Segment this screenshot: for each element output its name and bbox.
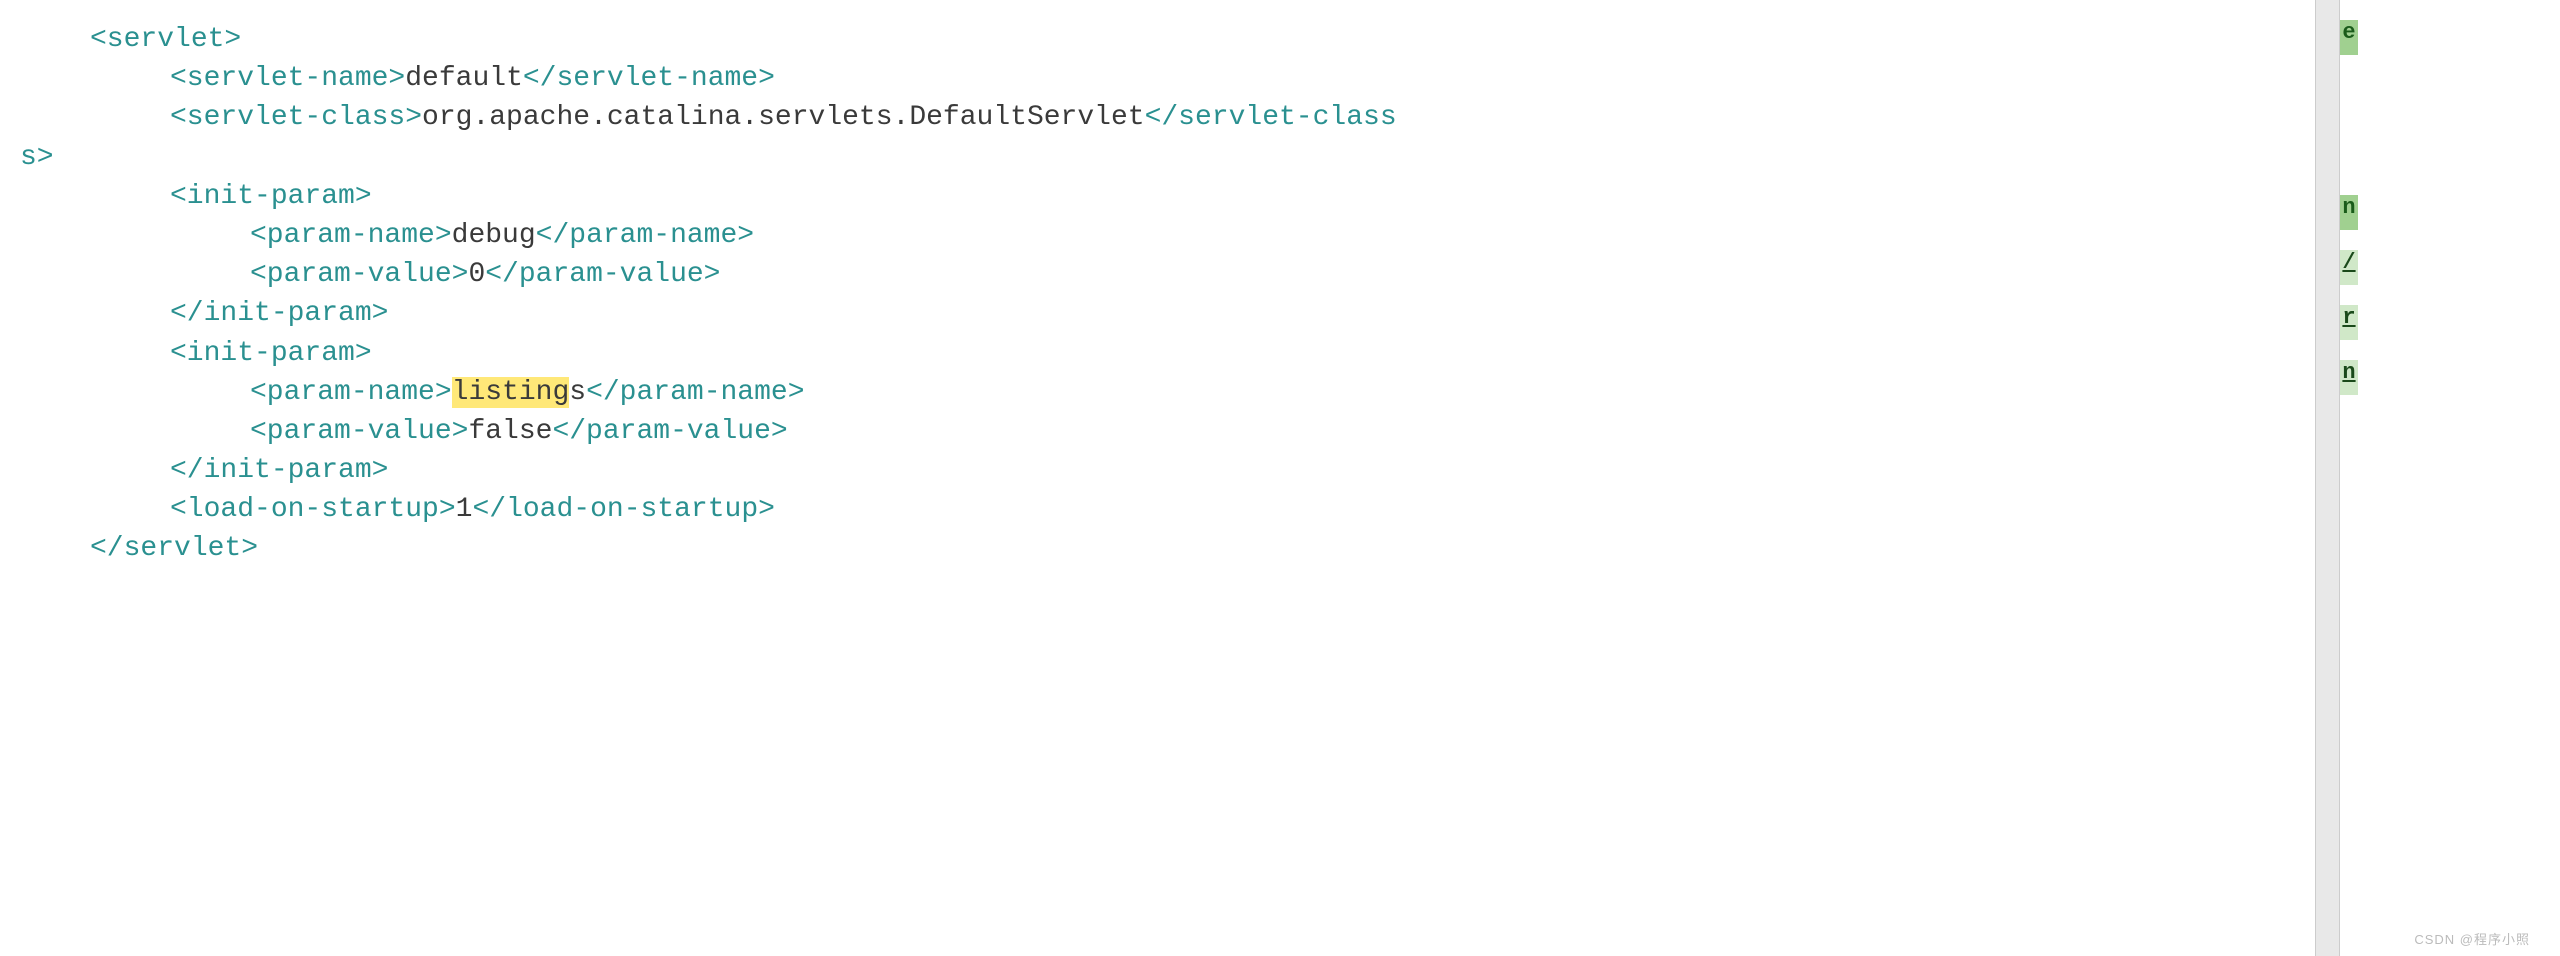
code-line: <init-param> — [10, 334, 2305, 373]
gutter-marker[interactable]: e — [2340, 20, 2358, 55]
gutter-marker[interactable]: r — [2340, 305, 2358, 340]
xml-text: 1 — [456, 494, 473, 525]
code-line: </init-param> — [10, 294, 2305, 333]
xml-tag: </param-name> — [586, 377, 804, 408]
xml-text: 0 — [468, 259, 485, 290]
xml-text: s — [569, 377, 586, 408]
xml-tag: </init-param> — [170, 298, 388, 329]
xml-text: default — [405, 63, 523, 94]
gutter-marker[interactable]: n — [2340, 195, 2358, 230]
xml-tag: <load-on-startup> — [170, 494, 456, 525]
code-line: <servlet-name>default</servlet-name> — [10, 59, 2305, 98]
xml-tag: <param-name> — [250, 377, 452, 408]
code-line: </servlet> — [10, 529, 2305, 568]
xml-text: debug — [452, 220, 536, 251]
xml-tag: <servlet-name> — [170, 63, 405, 94]
xml-tag: </load-on-startup> — [472, 494, 774, 525]
xml-tag: </param-value> — [552, 416, 787, 447]
xml-tag: <init-param> — [170, 338, 372, 369]
xml-text: org.apache.catalina.servlets.DefaultServ… — [422, 102, 1145, 133]
overview-ruler[interactable]: e n / r n — [2340, 0, 2358, 956]
xml-text-highlighted: listing — [452, 377, 570, 408]
code-line: <param-name>listings</param-name> — [10, 373, 2305, 412]
code-line: </init-param> — [10, 451, 2305, 490]
xml-tag: </param-value> — [485, 259, 720, 290]
xml-tag: <param-value> — [250, 416, 468, 447]
watermark-text: CSDN @程序小照 — [2414, 929, 2530, 948]
code-line: <param-value>false</param-value> — [10, 412, 2305, 451]
code-line: <servlet> — [10, 20, 2305, 59]
xml-tag: </init-param> — [170, 455, 388, 486]
gutter-marker[interactable]: n — [2340, 360, 2358, 395]
xml-tag: </servlet-name> — [523, 63, 775, 94]
vertical-scrollbar[interactable] — [2315, 0, 2340, 956]
code-editor[interactable]: <servlet> <servlet-name>default</servlet… — [0, 0, 2315, 956]
xml-tag: <servlet-class> — [170, 102, 422, 133]
code-line: <init-param> — [10, 177, 2305, 216]
xml-text: false — [468, 416, 552, 447]
xml-tag: </servlet-class — [1145, 102, 1397, 133]
xml-tag: <param-name> — [250, 220, 452, 251]
code-line: <param-name>debug</param-name> — [10, 216, 2305, 255]
xml-tag: s> — [20, 142, 54, 173]
xml-tag: <servlet> — [90, 24, 241, 55]
code-line-wrapped: s> — [10, 138, 2305, 177]
gutter-marker[interactable]: / — [2340, 250, 2358, 285]
xml-tag: </param-name> — [536, 220, 754, 251]
code-line: <servlet-class>org.apache.catalina.servl… — [10, 98, 2305, 137]
xml-tag: <init-param> — [170, 181, 372, 212]
xml-tag: <param-value> — [250, 259, 468, 290]
xml-tag: </servlet> — [90, 533, 258, 564]
code-line: <param-value>0</param-value> — [10, 255, 2305, 294]
code-line: <load-on-startup>1</load-on-startup> — [10, 490, 2305, 529]
